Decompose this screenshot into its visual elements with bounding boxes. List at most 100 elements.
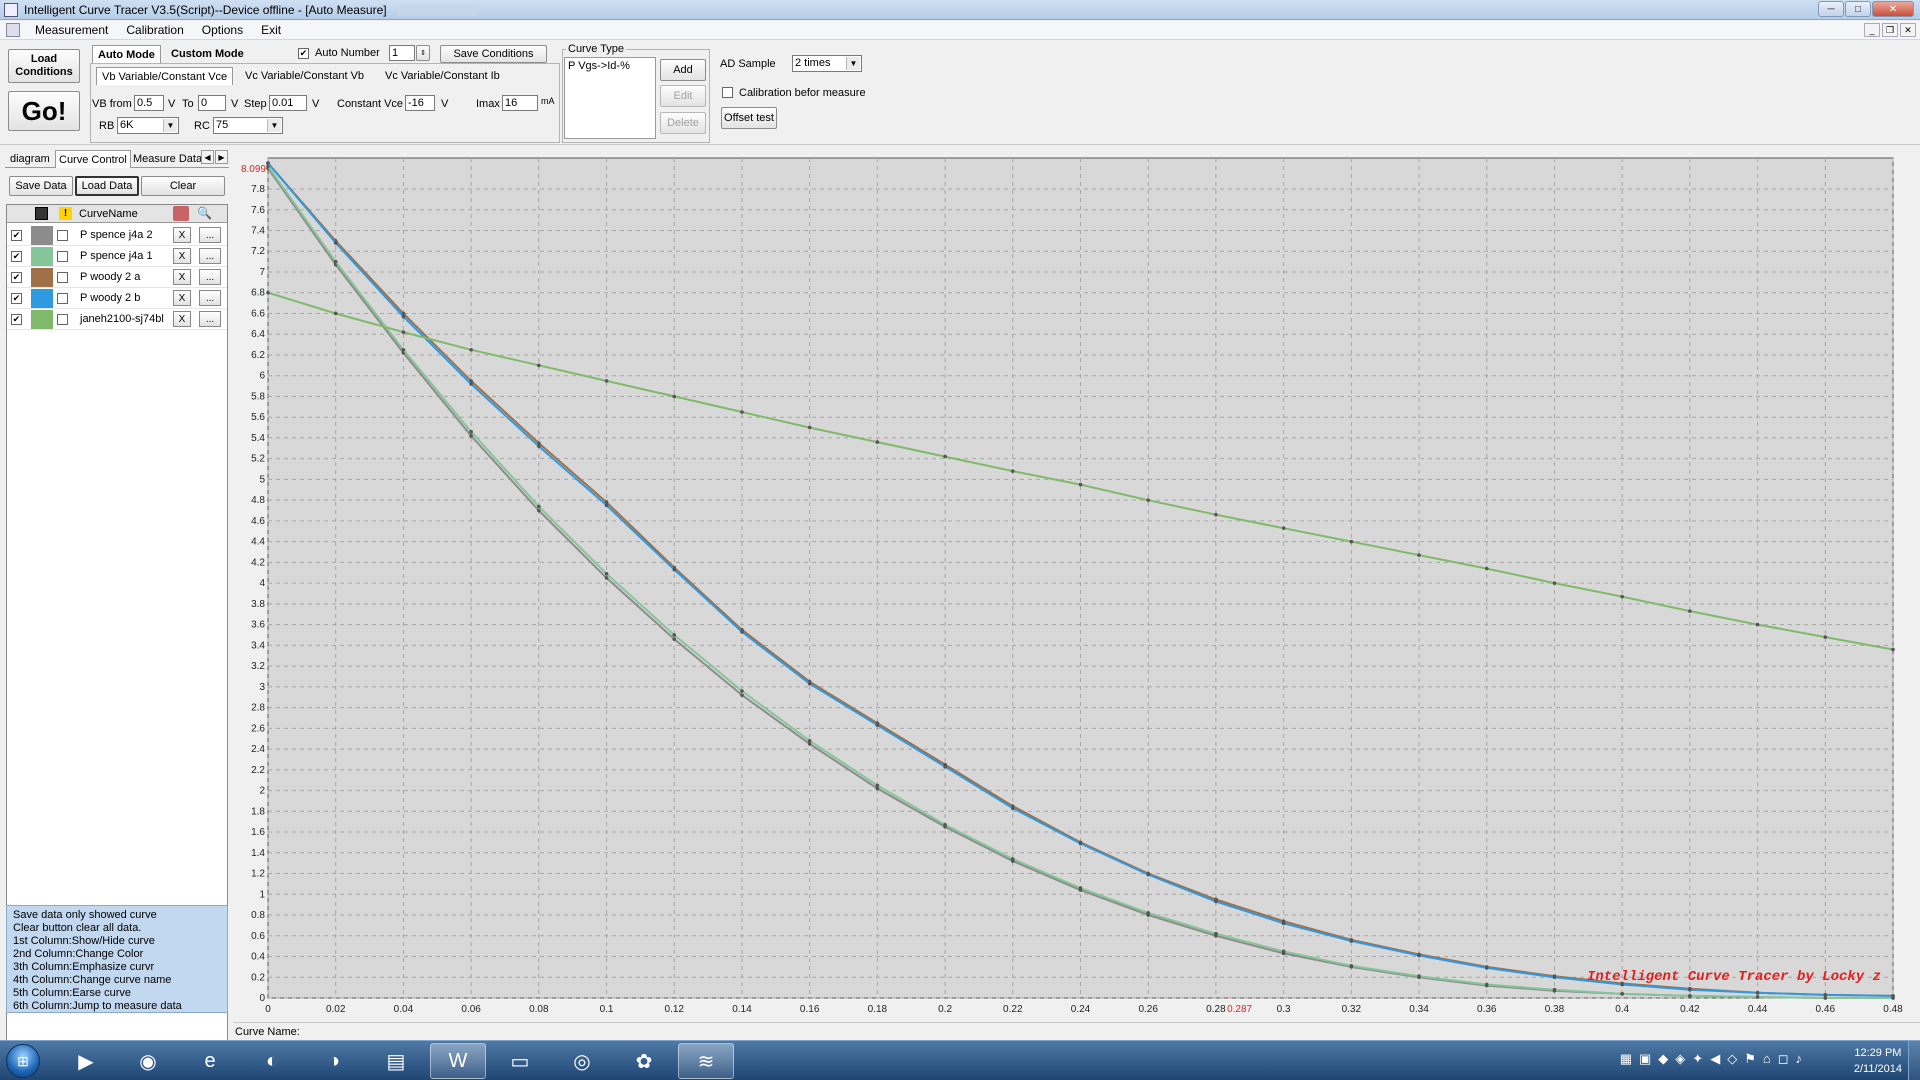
curve-name[interactable]: P woody 2 a: [80, 271, 140, 283]
tab-vb-variable[interactable]: Vb Variable/Constant Vce: [96, 67, 234, 85]
curve-color-swatch[interactable]: [31, 268, 53, 287]
tray-icon[interactable]: ◈: [1675, 1051, 1685, 1067]
emphasize-curve-checkbox[interactable]: [57, 251, 68, 262]
taskbar-app-icon[interactable]: ▶: [58, 1043, 114, 1079]
clock[interactable]: 12:29 PM 2/11/2014: [1854, 1045, 1902, 1077]
jump-to-data-button[interactable]: ...: [199, 248, 221, 264]
jump-to-data-button[interactable]: ...: [199, 269, 221, 285]
offset-test-button[interactable]: Offset test: [721, 107, 777, 129]
tray-icon[interactable]: ▣: [1639, 1051, 1651, 1067]
erase-curve-button[interactable]: X: [173, 311, 191, 327]
taskbar-app-icon[interactable]: ▭: [492, 1043, 548, 1079]
tray-icon[interactable]: ◇: [1727, 1051, 1737, 1067]
curve-color-swatch[interactable]: [31, 247, 53, 266]
tray-icon[interactable]: ♪: [1796, 1051, 1803, 1067]
taskbar-app-icon[interactable]: e: [182, 1043, 238, 1079]
show-desktop-button[interactable]: [1908, 1041, 1920, 1080]
taskbar-app-icon[interactable]: ◎: [554, 1043, 610, 1079]
menu-exit[interactable]: Exit: [252, 23, 290, 37]
close-button[interactable]: ✕: [1872, 1, 1914, 17]
emphasize-curve-checkbox[interactable]: [57, 272, 68, 283]
save-data-button[interactable]: Save Data: [9, 176, 73, 196]
taskbar-app-icon[interactable]: ◑: [306, 1043, 362, 1079]
rc-select[interactable]: 75 ▼: [213, 117, 283, 134]
menu-calibration[interactable]: Calibration: [117, 23, 192, 37]
tray-icon[interactable]: ⌂: [1763, 1051, 1771, 1067]
save-conditions-button[interactable]: Save Conditions: [440, 45, 547, 63]
curve-row[interactable]: ✔ janeh2100-sj74bl X...: [7, 309, 227, 330]
tab-auto-mode[interactable]: Auto Mode: [92, 45, 161, 63]
start-button[interactable]: ⊞: [6, 1044, 40, 1078]
mdi-restore-button[interactable]: ❐: [1882, 23, 1898, 37]
imax-input[interactable]: [502, 95, 538, 111]
tab-custom-mode[interactable]: Custom Mode: [166, 45, 249, 63]
step-input[interactable]: [269, 95, 307, 111]
to-input[interactable]: [198, 95, 226, 111]
mdi-close-button[interactable]: ✕: [1900, 23, 1916, 37]
curve-row[interactable]: ✔ P spence j4a 1 X...: [7, 246, 227, 267]
curve-row[interactable]: ✔ P woody 2 a X...: [7, 267, 227, 288]
tab-vc-variable-vb[interactable]: Vc Variable/Constant Vb: [240, 67, 369, 85]
tray-icon[interactable]: ▦: [1620, 1051, 1632, 1067]
tab-diagram[interactable]: diagram: [7, 150, 53, 168]
curve-name[interactable]: P woody 2 b: [80, 292, 140, 304]
jump-to-data-button[interactable]: ...: [199, 290, 221, 306]
emphasize-curve-checkbox[interactable]: [57, 293, 68, 304]
tab-scroll-left-icon[interactable]: ◀: [201, 150, 214, 164]
erase-curve-button[interactable]: X: [173, 269, 191, 285]
curve-type-list[interactable]: P Vgs->Id-%: [564, 57, 656, 139]
curve-color-swatch[interactable]: [31, 310, 53, 329]
clear-button[interactable]: Clear: [141, 176, 225, 196]
tab-curve-control[interactable]: Curve Control: [55, 150, 131, 168]
taskbar-app-icon[interactable]: ▤: [368, 1043, 424, 1079]
jump-to-data-button[interactable]: ...: [199, 311, 221, 327]
tab-vc-variable-ib[interactable]: Vc Variable/Constant Ib: [380, 67, 505, 85]
taskbar-app-icon[interactable]: ≋: [678, 1043, 734, 1079]
curve-name[interactable]: P spence j4a 1: [80, 250, 153, 262]
show-curve-checkbox[interactable]: ✔: [11, 293, 22, 304]
taskbar-app-icon[interactable]: W: [430, 1043, 486, 1079]
curve-color-swatch[interactable]: [31, 289, 53, 308]
show-curve-checkbox[interactable]: ✔: [11, 314, 22, 325]
tab-measure-data[interactable]: Measure Data: [130, 150, 205, 168]
load-conditions-button[interactable]: Load Conditions: [8, 49, 80, 83]
mdi-child-icon[interactable]: [6, 23, 20, 37]
tray-icon[interactable]: ⚑: [1744, 1051, 1756, 1067]
curve-name[interactable]: janeh2100-sj74bl: [80, 313, 164, 325]
minimize-button[interactable]: ─: [1818, 1, 1844, 17]
show-curve-checkbox[interactable]: ✔: [11, 230, 22, 241]
taskbar-app-icon[interactable]: ◉: [120, 1043, 176, 1079]
emphasize-curve-checkbox[interactable]: [57, 230, 68, 241]
tray-icon[interactable]: ◻: [1778, 1051, 1789, 1067]
show-curve-checkbox[interactable]: ✔: [11, 251, 22, 262]
tray-icon[interactable]: ◀: [1710, 1051, 1720, 1067]
tray-icon[interactable]: ◆: [1658, 1051, 1668, 1067]
constant-vce-input[interactable]: [405, 95, 435, 111]
jump-to-data-button[interactable]: ...: [199, 227, 221, 243]
curve-chart[interactable]: 0 0.02 0.04 0.06 0.08 0.1 0.12 0.14 0.16 0.18 0.2 0…: [233, 154, 1904, 1020]
calibration-checkbox[interactable]: [722, 87, 733, 98]
maximize-button[interactable]: □: [1845, 1, 1871, 17]
auto-number-input[interactable]: [389, 45, 415, 61]
curve-color-swatch[interactable]: [31, 226, 53, 245]
go-button[interactable]: Go!: [8, 91, 80, 131]
add-curve-type-button[interactable]: Add: [660, 59, 706, 81]
taskbar-app-icon[interactable]: ◐: [244, 1043, 300, 1079]
curve-name[interactable]: P spence j4a 2: [80, 229, 153, 241]
ad-sample-select[interactable]: 2 times ▼: [792, 55, 862, 72]
erase-curve-button[interactable]: X: [173, 227, 191, 243]
menu-options[interactable]: Options: [193, 23, 252, 37]
show-curve-checkbox[interactable]: ✔: [11, 272, 22, 283]
erase-curve-button[interactable]: X: [173, 290, 191, 306]
emphasize-curve-checkbox[interactable]: [57, 314, 68, 325]
curve-row[interactable]: ✔ P woody 2 b X...: [7, 288, 227, 309]
taskbar-app-icon[interactable]: ✿: [616, 1043, 672, 1079]
tray-icon[interactable]: ✦: [1692, 1051, 1703, 1067]
curve-row[interactable]: ✔ P spence j4a 2 X...: [7, 225, 227, 246]
menu-measurement[interactable]: Measurement: [26, 23, 117, 37]
curve-type-item[interactable]: P Vgs->Id-%: [565, 58, 655, 74]
mdi-minimize-button[interactable]: _: [1864, 23, 1880, 37]
auto-number-checkbox[interactable]: ✔: [298, 48, 309, 59]
auto-number-spinner[interactable]: ⇕: [416, 45, 430, 61]
erase-curve-button[interactable]: X: [173, 248, 191, 264]
